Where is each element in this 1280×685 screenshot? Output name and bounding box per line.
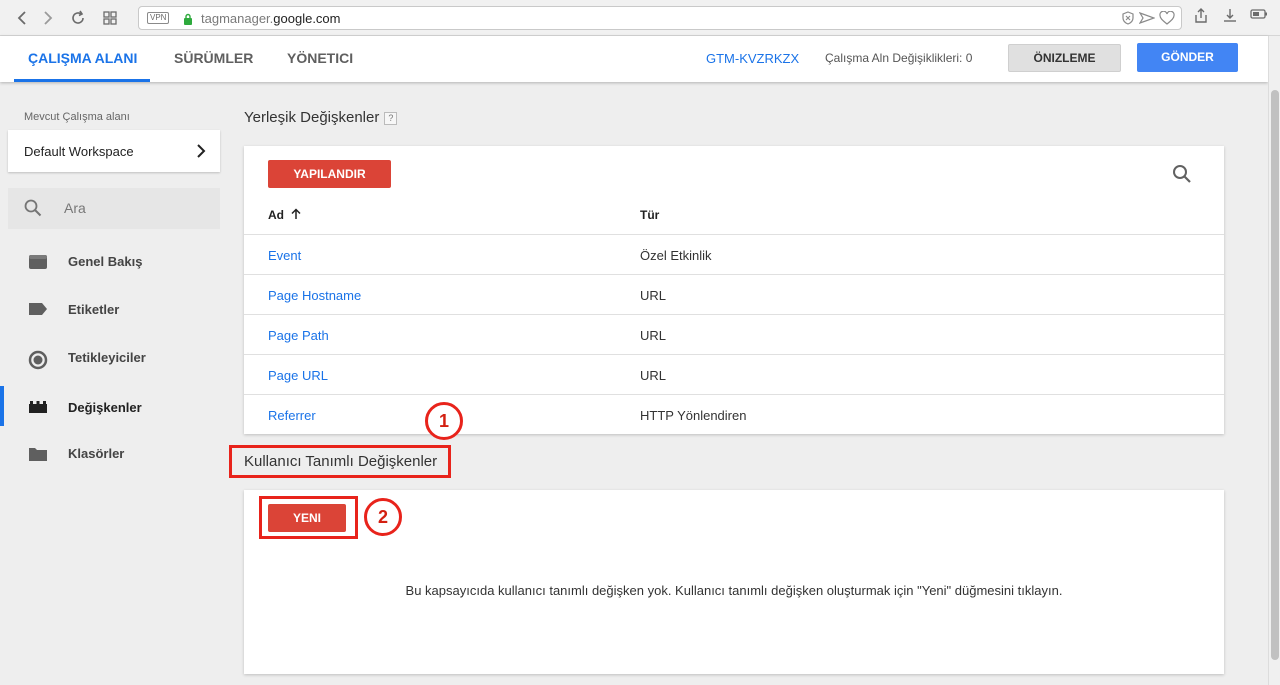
workspace-changes: Çalışma Aln Değişiklikleri: 0 [825,51,973,65]
sidebar-item-tags[interactable]: Etiketler [0,286,230,334]
container-id-link[interactable]: GTM-KVZRKZX [706,51,799,66]
column-header-name-text: Ad [268,208,284,222]
workspace-label: Mevcut Çalışma alanı [24,111,130,123]
search-input[interactable] [64,198,204,218]
workspace-name: Default Workspace [24,144,134,159]
empty-state-message: Bu kapsayıcıda kullanıcı tanımlı değişke… [405,583,1063,598]
configure-button[interactable]: YAPILANDIR [268,160,391,188]
variable-type: HTTP Yönlendiren [640,408,747,423]
table-row[interactable]: Referrer HTTP Yönlendiren [244,394,1224,434]
sidebar-item-label: Klasörler [68,446,125,461]
trigger-icon [28,350,48,375]
table-row[interactable]: Event Özel Etkinlik [244,234,1224,274]
variable-type: URL [640,288,667,303]
tag-icon [28,302,48,321]
variable-name-link[interactable]: Page Hostname [268,288,361,303]
table-row[interactable]: Page Path URL [244,314,1224,354]
chevron-right-icon [196,143,206,164]
reload-icon[interactable] [68,8,88,28]
sidebar-item-triggers[interactable]: Tetikleyiciler [0,334,230,382]
help-icon[interactable]: ? [384,112,398,125]
builtin-title-text: Yerleşik Değişkenler [244,109,380,126]
folder-icon [28,446,48,467]
variable-type: URL [640,328,667,343]
column-header-type: Tür [640,208,660,222]
download-icon[interactable] [1222,8,1238,24]
heart-icon[interactable] [1159,10,1175,30]
search-icon[interactable] [1172,164,1192,189]
column-header-name[interactable]: Ad [268,208,302,222]
sidebar-search[interactable] [8,188,220,229]
url-prefix: tagmanager. [201,11,274,26]
variable-name-link[interactable]: Event [268,248,301,263]
annotation-step-1: 1 [425,402,463,440]
browser-toolbar: VPN tagmanager.google.com [0,0,1280,36]
lock-icon [183,12,193,30]
table-row[interactable]: Page URL URL [244,354,1224,394]
active-indicator [0,386,4,426]
vpn-badge[interactable]: VPN [147,12,170,24]
battery-icon [1250,8,1268,20]
sidebar-item-label: Değişkenler [68,400,142,415]
url-text[interactable]: tagmanager.google.com [201,11,341,26]
sidebar-item-label: Etiketler [68,302,120,317]
table-row[interactable]: Page Hostname URL [244,274,1224,314]
variable-type: Özel Etkinlik [640,248,712,263]
sidebar-item-folders[interactable]: Klasörler [0,430,230,478]
app-header: ÇALIŞMA ALANI SÜRÜMLER YÖNETICI GTM-KVZR… [0,36,1268,82]
annotation-highlight-title [229,445,451,478]
variable-name-link[interactable]: Page Path [268,328,329,343]
sidebar-item-overview[interactable]: Genel Bakış [0,238,230,286]
annotation-step-2: 2 [364,498,402,536]
variable-name-link[interactable]: Referrer [268,408,316,423]
arrow-up-icon [287,208,302,222]
send-icon[interactable] [1138,11,1156,30]
tab-versions[interactable]: SÜRÜMLER [174,36,253,82]
preview-button[interactable]: ÖNIZLEME [1008,44,1121,72]
overview-icon [28,254,48,275]
tabs-grid-icon[interactable] [100,8,120,28]
variable-name-link[interactable]: Page URL [268,368,328,383]
sidebar-item-label: Genel Bakış [68,254,143,269]
tab-workspace[interactable]: ÇALIŞMA ALANI [14,36,150,82]
forward-icon[interactable] [38,8,58,28]
shield-icon[interactable] [1121,11,1135,30]
submit-button[interactable]: GÖNDER [1137,43,1238,72]
variable-type: URL [640,368,667,383]
annotation-highlight-new-button [259,496,358,539]
page-scrollbar[interactable] [1268,36,1280,685]
back-icon[interactable] [12,8,32,28]
builtin-variables-title: Yerleşik Değişkenler? [244,109,398,126]
variables-icon [28,400,48,419]
sidebar-item-variables[interactable]: Değişkenler [0,386,230,434]
tab-admin[interactable]: YÖNETICI [287,36,353,82]
share-icon[interactable] [1193,8,1209,24]
scrollbar-thumb[interactable] [1271,90,1279,660]
address-bar[interactable]: VPN tagmanager.google.com [138,6,1182,30]
search-icon [24,199,42,222]
sidebar-item-label: Tetikleyiciler [68,350,146,365]
url-domain: google.com [273,11,341,26]
workspace-selector[interactable]: Default Workspace [8,130,220,172]
builtin-variables-card: YAPILANDIR Ad Tür Event Özel Etkinlik Pa… [244,146,1224,434]
